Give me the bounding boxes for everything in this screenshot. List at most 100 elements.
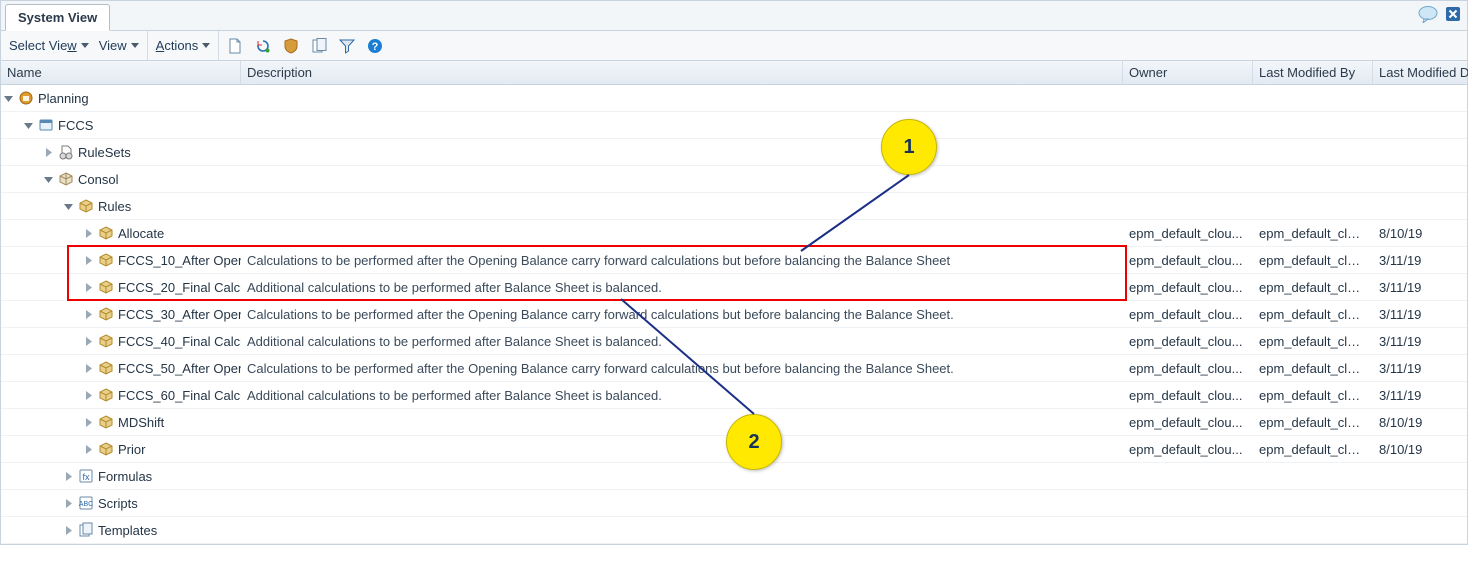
tree-row[interactable]: Consol (1, 166, 1467, 193)
properties-button[interactable] (309, 36, 329, 56)
modified-by-cell: epm_default_clou... (1253, 280, 1373, 295)
menu-select-view[interactable]: Select ViewSelect View (9, 38, 89, 53)
expand-toggle[interactable] (83, 228, 94, 239)
toolbar-actions-group: Actions (148, 31, 220, 60)
rule-icon (98, 225, 114, 241)
tree-row[interactable]: FCCS_50_After OpeniCalculations to be pe… (1, 355, 1467, 382)
modified-date-cell: 8/10/19 (1373, 226, 1468, 241)
modified-by-cell: epm_default_clou... (1253, 415, 1373, 430)
rule-icon (98, 387, 114, 403)
menu-actions-ul: A (156, 38, 165, 53)
shield-button[interactable] (281, 36, 301, 56)
tree-row[interactable]: Templates (1, 517, 1467, 544)
owner-cell: epm_default_clou... (1123, 415, 1253, 430)
tree-name-cell: FCCS_10_After Openi (1, 252, 241, 268)
tree-row[interactable]: Allocateepm_default_clou...epm_default_c… (1, 220, 1467, 247)
tree-node-label: RuleSets (78, 145, 131, 160)
rule-icon (98, 333, 114, 349)
tree-row[interactable]: FCCS (1, 112, 1467, 139)
expand-toggle[interactable] (83, 336, 94, 347)
tree-row[interactable]: RuleSets (1, 139, 1467, 166)
collapse-toggle[interactable] (63, 201, 74, 212)
filter-button[interactable] (337, 36, 357, 56)
modified-by-cell: epm_default_clou... (1253, 307, 1373, 322)
close-icon[interactable] (1445, 6, 1461, 22)
tree-row[interactable]: FCCS_60_Final CalculAdditional calculati… (1, 382, 1467, 409)
modified-date-cell: 8/10/19 (1373, 442, 1468, 457)
formulas-icon (78, 468, 94, 484)
expand-toggle[interactable] (63, 498, 74, 509)
tree-name-cell: Rules (1, 198, 241, 214)
tree-name-cell: RuleSets (1, 144, 241, 160)
owner-cell: epm_default_clou... (1123, 442, 1253, 457)
expand-toggle[interactable] (83, 390, 94, 401)
col-name[interactable]: Name (1, 61, 241, 84)
tree-name-cell: FCCS_50_After Openi (1, 360, 241, 376)
modified-by-cell: epm_default_clou... (1253, 388, 1373, 403)
tree-node-label: FCCS_10_After Openi (118, 253, 241, 268)
rule-icon (98, 441, 114, 457)
expand-toggle[interactable] (83, 282, 94, 293)
tree-node-label: Formulas (98, 469, 152, 484)
col-modified-by[interactable]: Last Modified By (1253, 61, 1373, 84)
chevron-down-icon (81, 43, 89, 48)
tree-name-cell: Consol (1, 171, 241, 187)
expand-toggle[interactable] (83, 444, 94, 455)
tree-row[interactable]: FCCS_20_Final CalculAdditional calculati… (1, 274, 1467, 301)
new-document-button[interactable] (225, 36, 245, 56)
help-button[interactable]: ? (365, 36, 385, 56)
tree-node-label: Consol (78, 172, 118, 187)
menu-actions[interactable]: Actions (156, 38, 211, 53)
modified-by-cell: epm_default_clou... (1253, 226, 1373, 241)
modified-by-cell: epm_default_clou... (1253, 361, 1373, 376)
collapse-toggle[interactable] (23, 120, 34, 131)
description-cell: Additional calculations to be performed … (241, 334, 1123, 349)
cube-icon (58, 171, 74, 187)
menu-select-view-ul: w (67, 38, 76, 53)
refresh-button[interactable] (253, 36, 273, 56)
tab-system-view[interactable]: System View (5, 4, 110, 31)
expand-toggle[interactable] (43, 147, 54, 158)
tabstrip-right (1417, 5, 1461, 23)
column-headers: Name Description Owner Last Modified By … (1, 61, 1467, 85)
rulesets-icon (58, 144, 74, 160)
tree-name-cell: Allocate (1, 225, 241, 241)
menu-actions-rest: ctions (164, 38, 198, 53)
tree-row[interactable]: Scripts (1, 490, 1467, 517)
tree-row[interactable]: Prior epm_default_clou...epm_default_clou… (1, 436, 1467, 463)
expand-toggle[interactable] (83, 255, 94, 266)
collapse-toggle[interactable] (3, 93, 14, 104)
col-description[interactable]: Description (241, 61, 1123, 84)
col-modified-date[interactable]: Last Modified Date (1373, 61, 1468, 84)
col-owner[interactable]: Owner (1123, 61, 1253, 84)
tree-node-label: FCCS_40_Final Calcul (118, 334, 241, 349)
menu-view[interactable]: View (99, 38, 139, 53)
tree-row[interactable]: Planning (1, 85, 1467, 112)
tab-label: System View (18, 10, 97, 25)
toolbar-menus: Select ViewSelect View View (1, 31, 148, 60)
expand-toggle[interactable] (83, 417, 94, 428)
tree-row[interactable]: FCCS_10_After OpeniCalculations to be pe… (1, 247, 1467, 274)
expand-toggle[interactable] (63, 525, 74, 536)
chat-icon[interactable] (1417, 5, 1439, 23)
owner-cell: epm_default_clou... (1123, 361, 1253, 376)
tree-row[interactable]: FCCS_30_After OpeniCalculations to be pe… (1, 301, 1467, 328)
collapse-toggle[interactable] (43, 174, 54, 185)
tree-grid: PlanningFCCS RuleSets Consol Rules Allocate e… (1, 85, 1467, 544)
tree-row[interactable]: Formulas (1, 463, 1467, 490)
tree-name-cell: Prior (1, 441, 241, 457)
tree-row[interactable]: FCCS_40_Final CalculAdditional calculati… (1, 328, 1467, 355)
tree-row[interactable]: Rules (1, 193, 1467, 220)
menu-view-label: View (99, 38, 127, 53)
modified-by-cell: epm_default_clou... (1253, 442, 1373, 457)
description-cell: Additional calculations to be performed … (241, 280, 1123, 295)
tree-row[interactable]: MDShiftepm_default_clou...epm_default_cl… (1, 409, 1467, 436)
planning-icon (18, 90, 34, 106)
svg-text:?: ? (372, 41, 379, 53)
expand-toggle[interactable] (83, 309, 94, 320)
tree-name-cell: Formulas (1, 468, 241, 484)
expand-toggle[interactable] (63, 471, 74, 482)
expand-toggle[interactable] (83, 363, 94, 374)
description-cell: Calculations to be performed after the O… (241, 253, 1123, 268)
rule-icon (98, 306, 114, 322)
